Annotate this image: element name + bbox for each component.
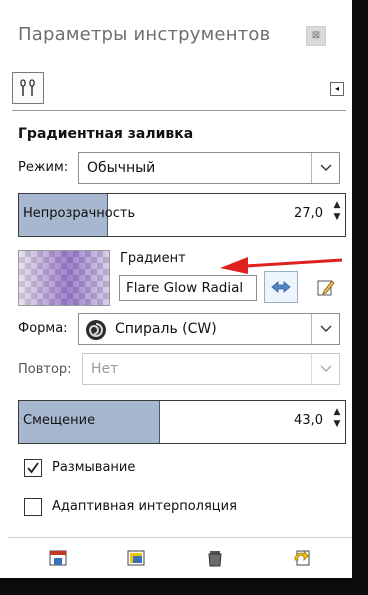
- mode-label: Режим:: [18, 160, 69, 175]
- offset-label: Смещение: [23, 413, 96, 428]
- edit-gradient-icon[interactable]: [312, 273, 340, 301]
- panel-titlebar: Параметры инструментов ⊠: [6, 16, 344, 52]
- restore-options-icon[interactable]: [126, 548, 146, 568]
- reset-options-icon[interactable]: [292, 548, 312, 568]
- tool-options-tab-icon[interactable]: [12, 72, 44, 104]
- panel-title: Параметры инструментов: [18, 24, 271, 45]
- mode-value: Обычный: [87, 160, 156, 176]
- chevron-down-icon: [311, 153, 339, 183]
- save-options-icon[interactable]: [48, 548, 68, 568]
- repeat-select: Нет: [82, 353, 340, 385]
- delete-options-icon[interactable]: [205, 548, 225, 568]
- shape-value: Спираль (CW): [115, 321, 217, 337]
- opacity-label: Непрозрачность: [23, 206, 136, 221]
- offset-slider[interactable]: Смещение 43,0 ▲ ▼: [18, 400, 346, 444]
- gradient-label: Градиент: [120, 251, 186, 266]
- adaptive-checkbox[interactable]: [24, 498, 42, 516]
- panel-tab-row: ◂: [12, 70, 346, 111]
- dither-label: Размывание: [52, 460, 136, 475]
- dither-checkbox[interactable]: [24, 459, 42, 477]
- repeat-value: Нет: [91, 361, 119, 377]
- offset-value: 43,0: [294, 413, 323, 428]
- shape-label: Форма:: [18, 321, 68, 336]
- spiral-icon: [85, 319, 107, 345]
- gradient-name-field[interactable]: Flare Glow Radial: [119, 275, 257, 301]
- chevron-down-icon: [311, 314, 339, 344]
- chevron-down-icon: [311, 354, 339, 384]
- spin-arrows-icon[interactable]: ▲ ▼: [332, 199, 342, 223]
- opacity-slider[interactable]: Непрозрачность 27,0 ▲ ▼: [18, 193, 346, 237]
- swap-arrows-icon[interactable]: [264, 271, 298, 303]
- panel-menu-icon[interactable]: ◂: [330, 82, 344, 96]
- close-icon[interactable]: ⊠: [306, 26, 326, 46]
- mode-select[interactable]: Обычный: [78, 152, 340, 184]
- opacity-value: 27,0: [294, 206, 323, 221]
- tool-name: Градиентная заливка: [18, 126, 194, 142]
- desktop-backdrop-bottom: [0, 578, 368, 595]
- gradient-preview[interactable]: [18, 250, 110, 306]
- repeat-label: Повтор:: [18, 362, 72, 377]
- spin-arrows-icon[interactable]: ▲ ▼: [332, 406, 342, 430]
- desktop-backdrop-right: [352, 0, 368, 595]
- bottom-toolbar: [8, 537, 352, 579]
- shape-select[interactable]: Спираль (CW): [78, 313, 340, 345]
- adaptive-label: Адаптивная интерполяция: [52, 499, 237, 514]
